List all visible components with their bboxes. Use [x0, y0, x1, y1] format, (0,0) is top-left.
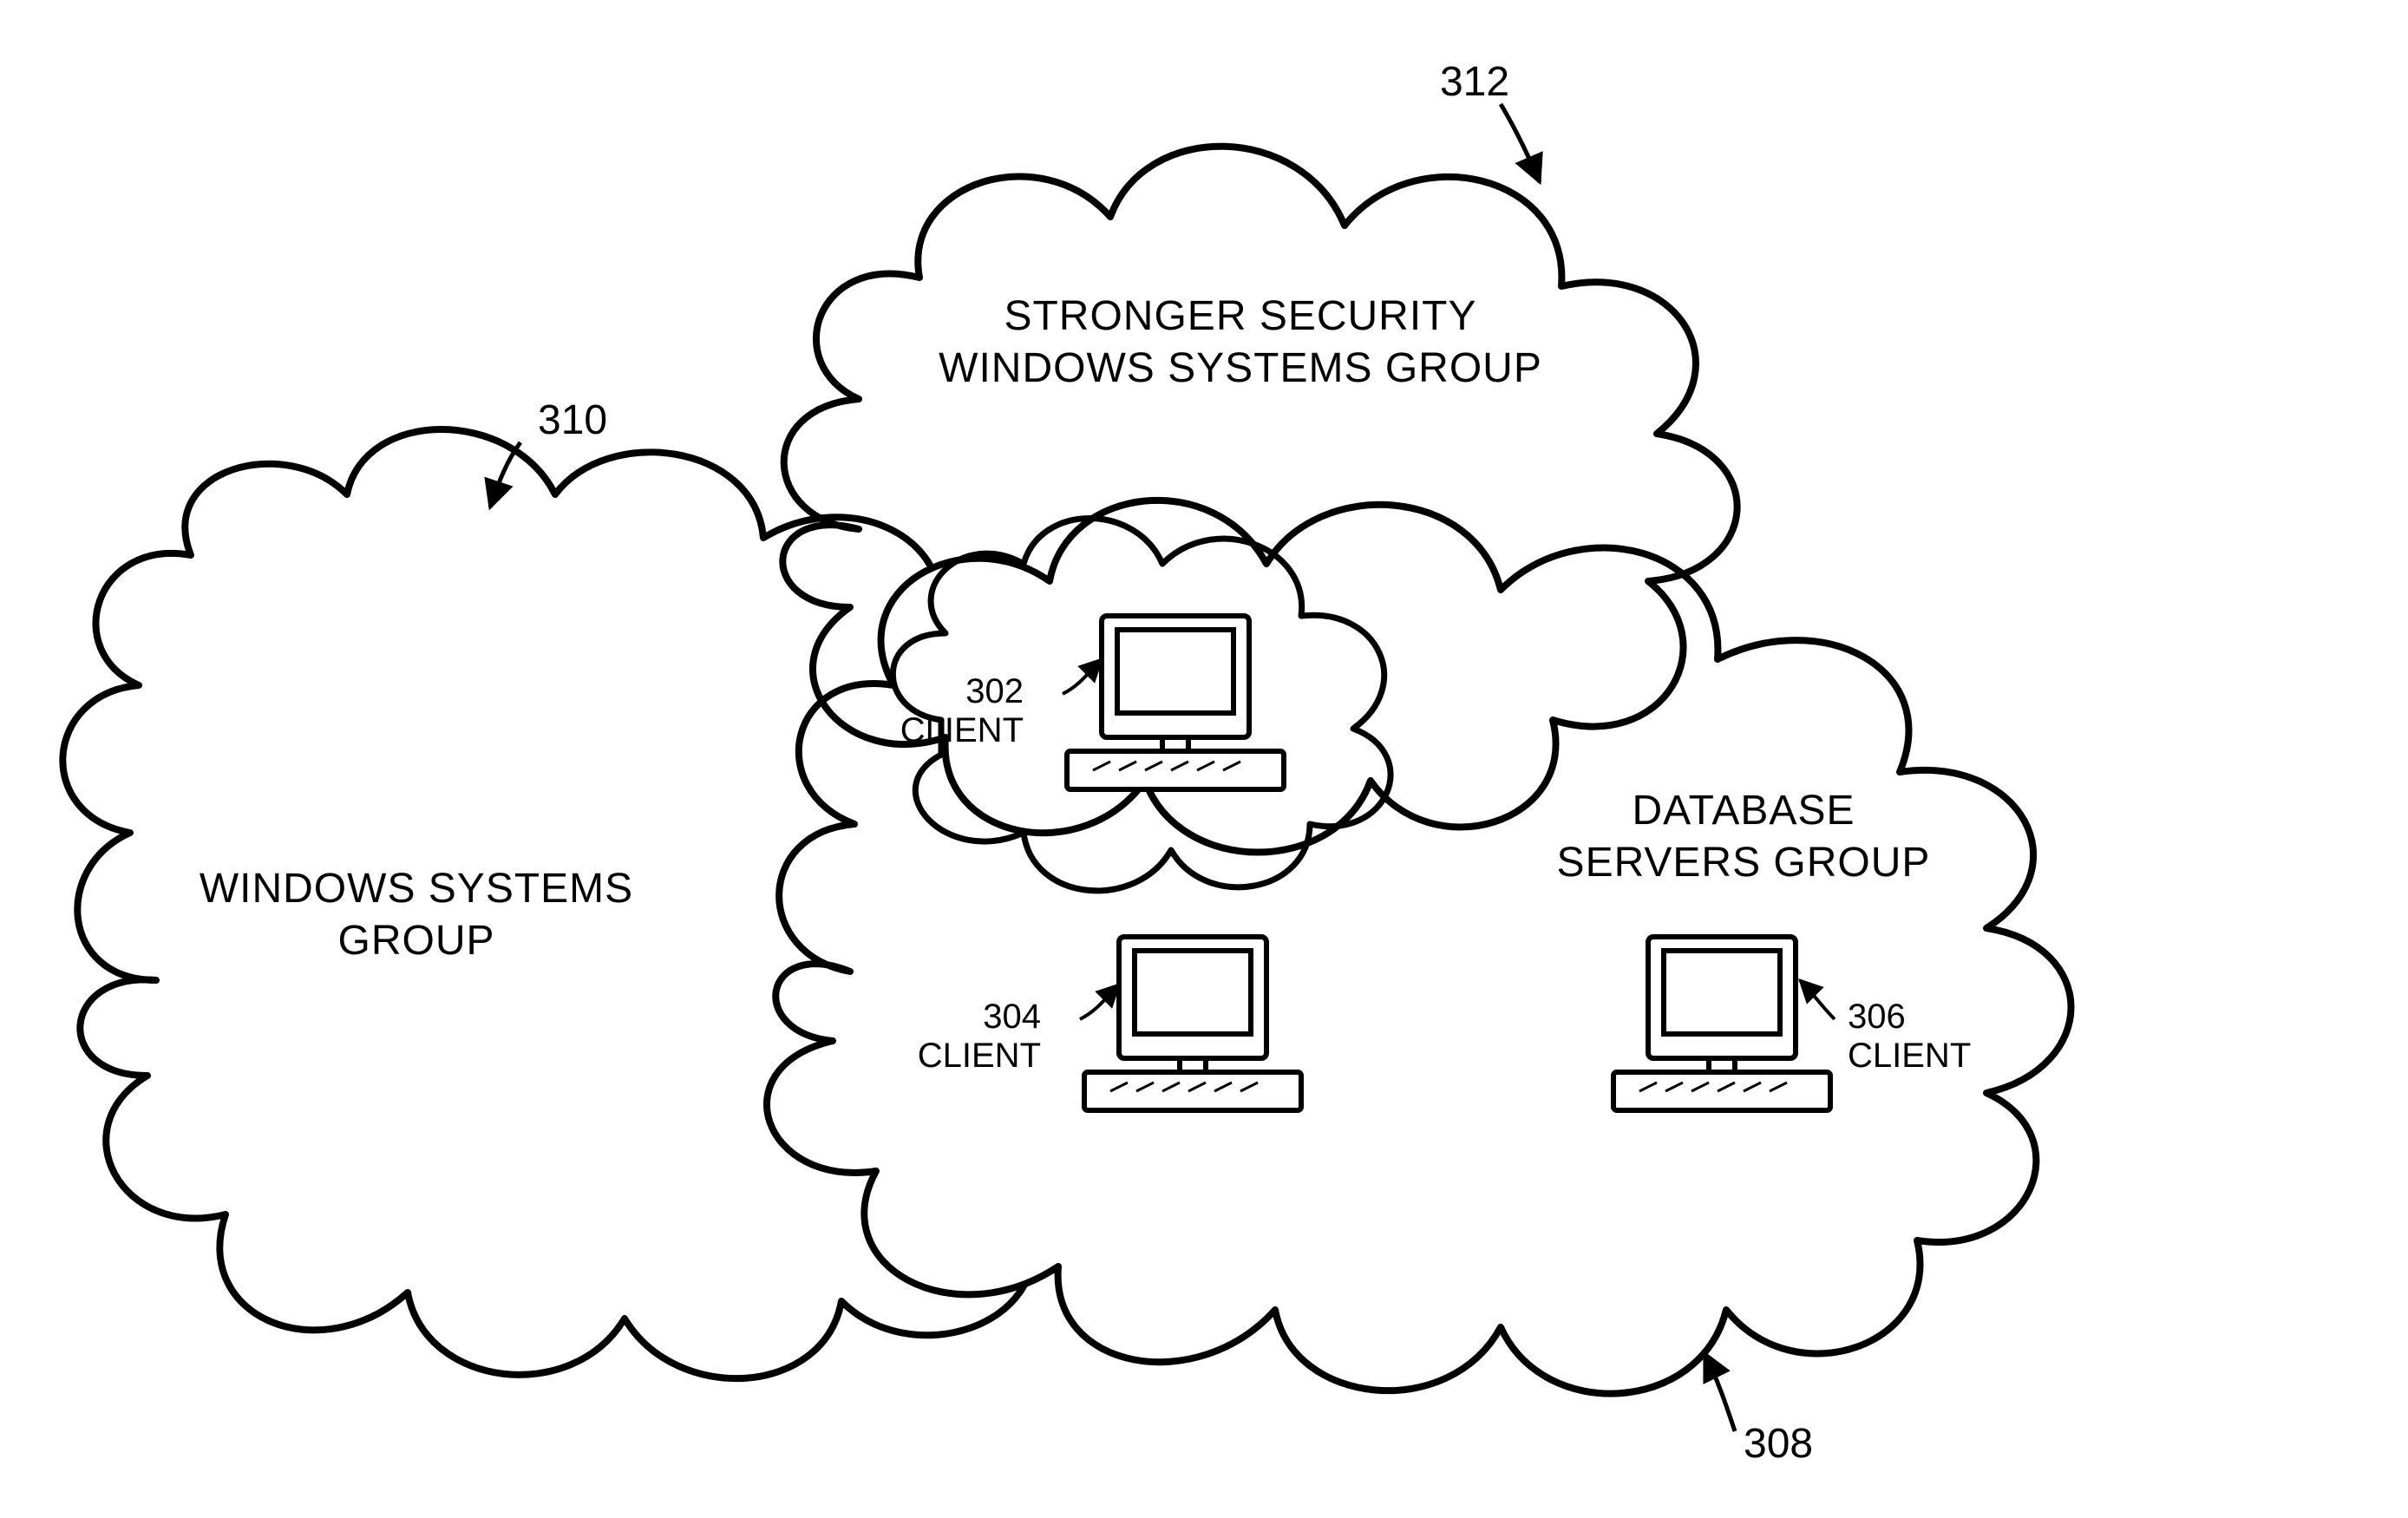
diagram-root: WINDOWS SYSTEMS GROUP DATABASE SERVERS G…: [0, 0, 2408, 1518]
ref-310: 310: [538, 397, 607, 443]
cloud-right-label-1: DATABASE: [1633, 788, 1855, 834]
ref-304: 304: [983, 998, 1041, 1036]
ref-302: 302: [965, 672, 1024, 710]
ref-306: 306: [1848, 998, 1906, 1036]
cloud-left-label-1: WINDOWS SYSTEMS: [200, 866, 633, 912]
computer-icon: [1084, 937, 1301, 1110]
leader-312: [1501, 104, 1540, 182]
cloud-right-label-2: SERVERS GROUP: [1557, 840, 1931, 886]
cloud-left-label-2: GROUP: [337, 918, 494, 964]
label-client-302: CLIENT: [900, 711, 1024, 749]
client-304: [1084, 937, 1301, 1110]
ref-308: 308: [1744, 1421, 1813, 1467]
computer-icon: [1067, 616, 1284, 789]
cloud-top-label-2: WINDOWS SYSTEMS GROUP: [939, 345, 1542, 391]
label-client-304: CLIENT: [918, 1037, 1041, 1075]
computer-icon: [1613, 937, 1830, 1110]
client-306: [1613, 937, 1830, 1110]
leader-308: [1705, 1353, 1735, 1431]
ref-312: 312: [1440, 59, 1509, 105]
cloud-top-label-1: STRONGER SECURITY: [1004, 293, 1476, 339]
label-client-306: CLIENT: [1848, 1037, 1971, 1075]
client-302: [1067, 616, 1284, 789]
